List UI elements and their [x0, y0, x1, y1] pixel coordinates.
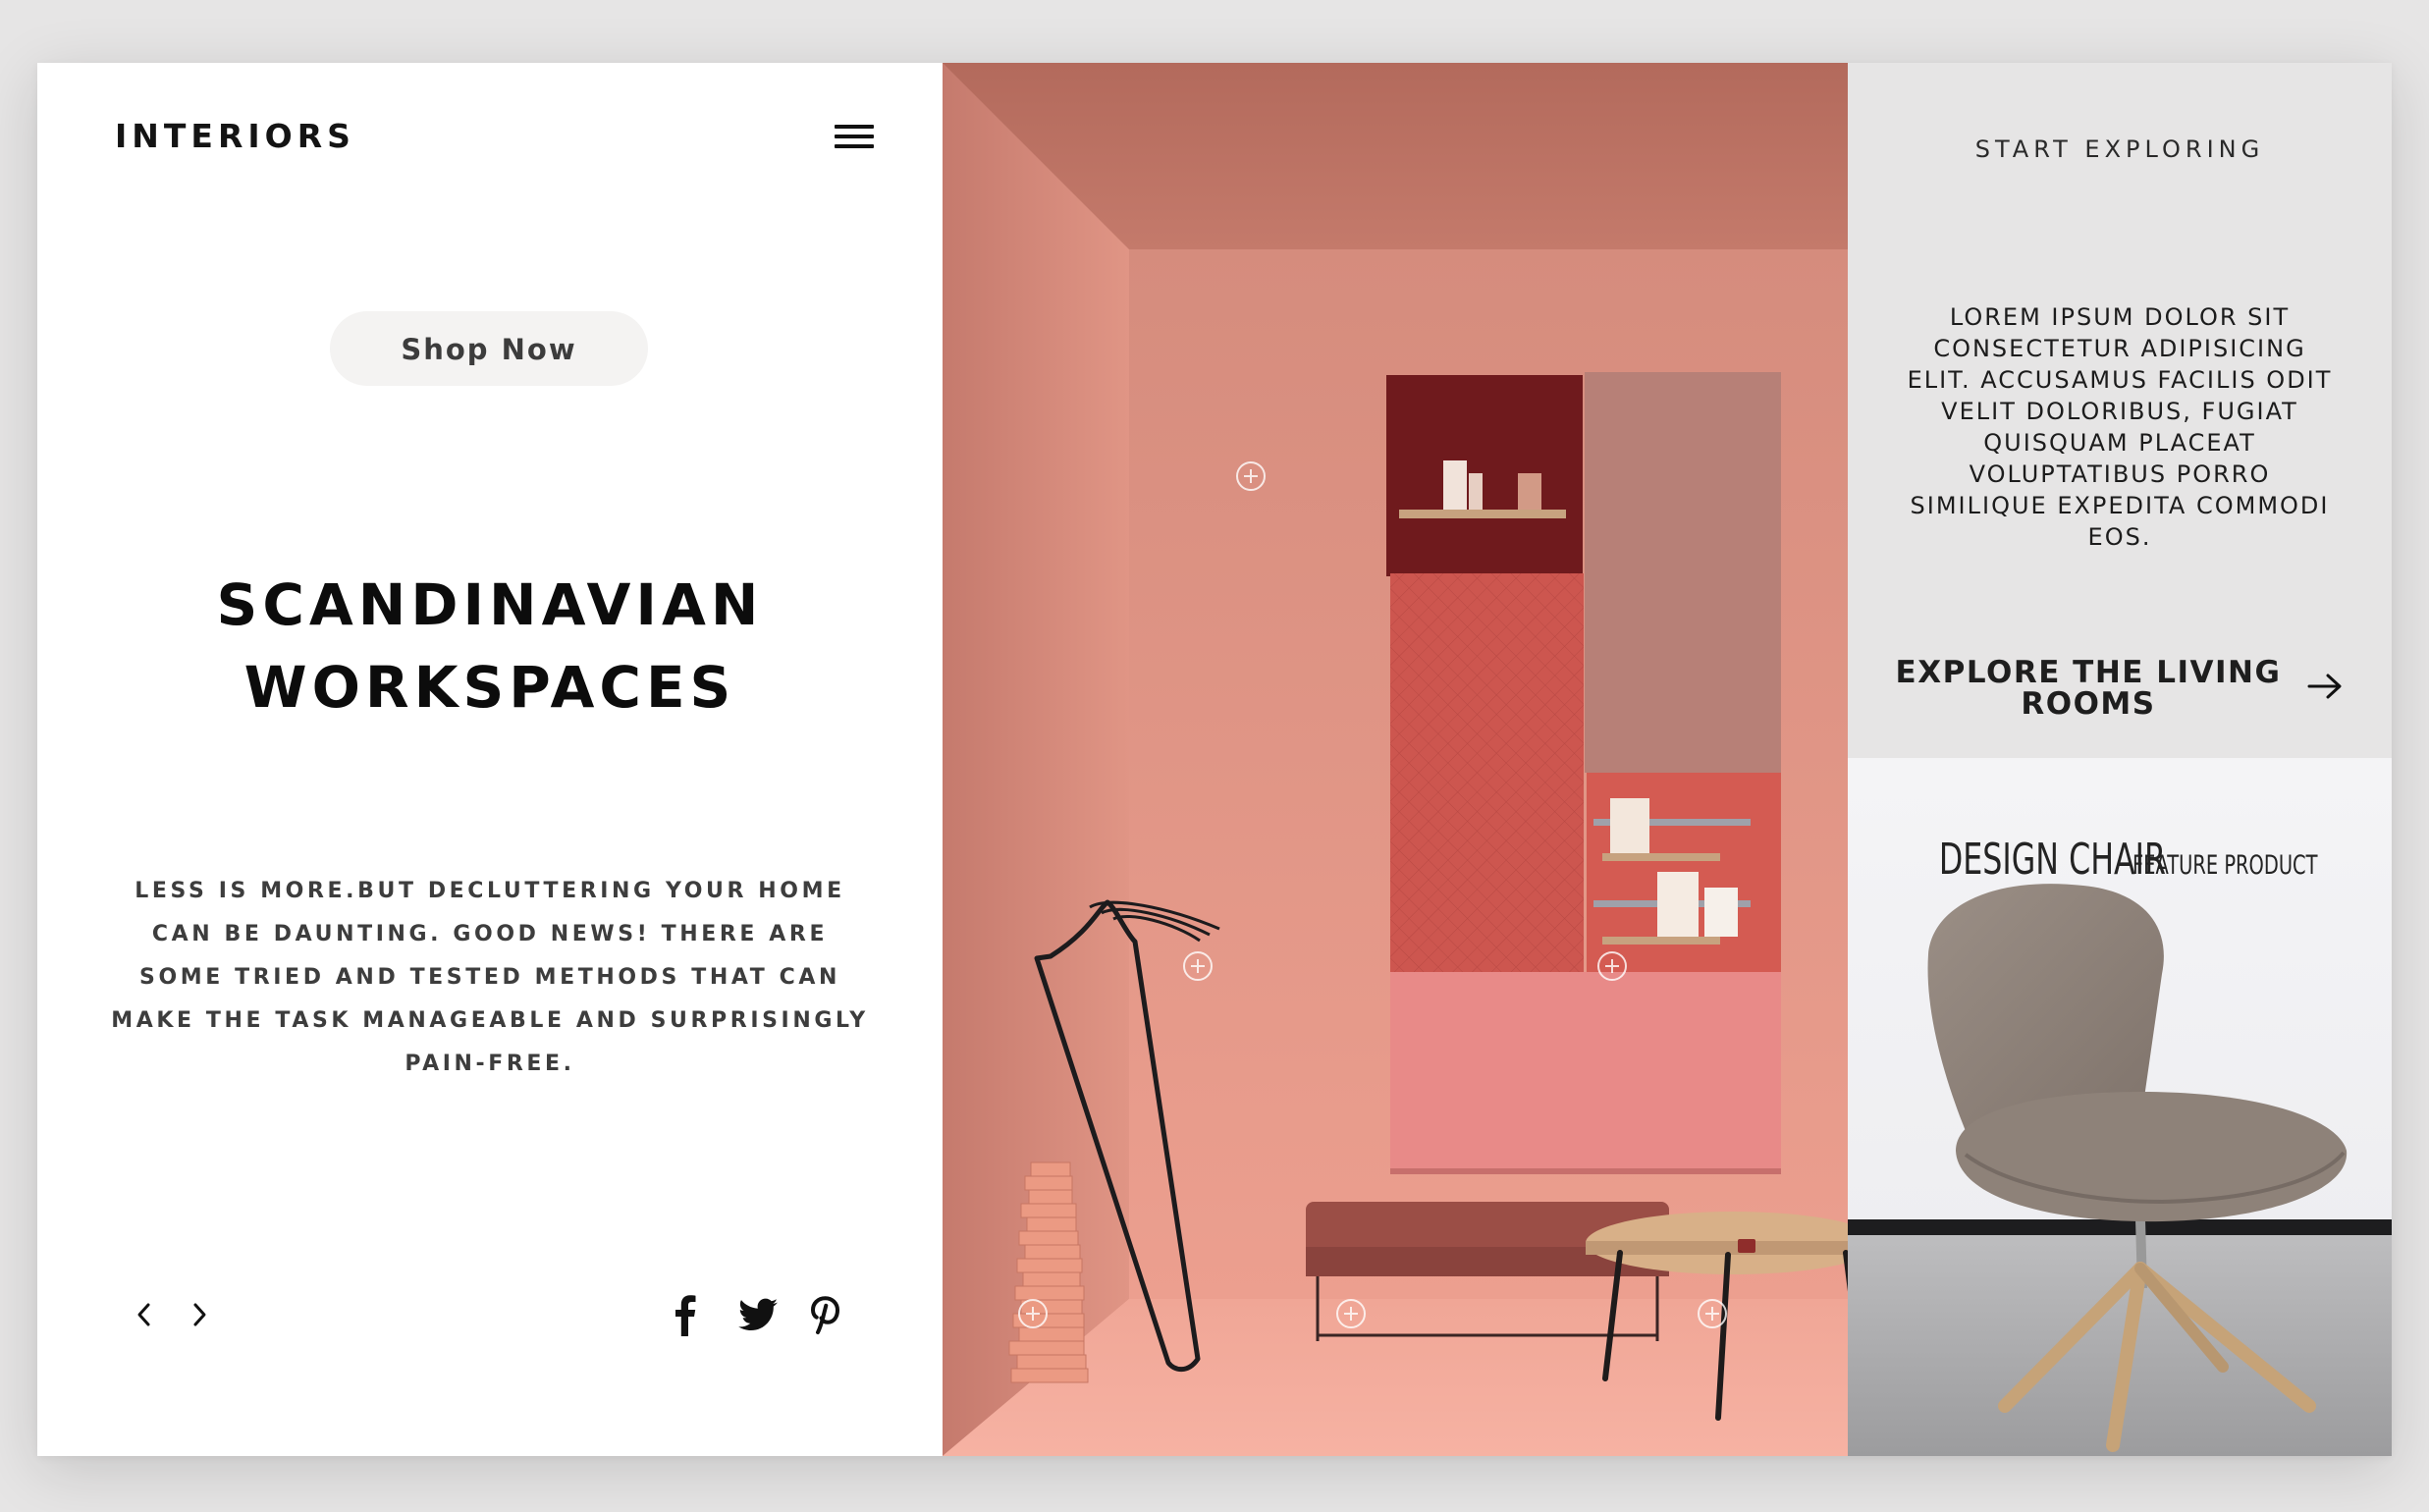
explore-body: LOREM IPSUM DOLOR SIT CONSECTETUR ADIPIS…	[1907, 303, 2333, 551]
menu-line	[835, 135, 874, 138]
plus-circle-icon[interactable]	[1182, 950, 1214, 982]
plus-circle-icon[interactable]	[1335, 1298, 1367, 1329]
explore-link-line-1: EXPLORE THE LIVING	[1895, 655, 2282, 690]
side-panel: START EXPLORING LOREM IPSUM DOLOR SIT CO…	[1848, 63, 2392, 1456]
page-title-line-2: WORKSPACES	[243, 654, 736, 721]
page-frame: INTERIORS Shop Now SCANDINAVIAN WORKSPAC…	[37, 63, 2392, 1456]
explore-heading: START EXPLORING	[1974, 135, 2265, 163]
page-title-line-1: SCANDINAVIAN	[216, 571, 764, 638]
menu-line	[835, 144, 874, 148]
plus-circle-icon[interactable]	[1235, 460, 1267, 492]
shop-now-button[interactable]: Shop Now	[330, 311, 648, 386]
logo[interactable]: INTERIORS	[115, 117, 355, 155]
facebook-icon[interactable]	[662, 1289, 709, 1338]
plus-circle-icon[interactable]	[1017, 1298, 1049, 1329]
explore-card: START EXPLORING LOREM IPSUM DOLOR SIT CO…	[1848, 63, 2392, 758]
explore-living-rooms-link[interactable]: EXPLORE THE LIVING ROOMS	[1883, 654, 2356, 723]
explore-link-label: EXPLORE THE LIVING ROOMS	[1896, 657, 2282, 720]
menu-line	[835, 125, 874, 129]
feature-product-title: DESIGN CHAIRFEATURE PRODUCT	[1848, 835, 2392, 885]
room-photo	[943, 63, 1848, 1456]
chevron-right-icon[interactable]	[183, 1295, 216, 1334]
plus-circle-icon[interactable]	[1697, 1298, 1728, 1329]
feature-product-card[interactable]: DESIGN CHAIRFEATURE PRODUCT	[1848, 758, 2392, 1456]
feature-title: DESIGN CHAIR	[1938, 835, 2166, 885]
chevron-left-icon[interactable]	[128, 1295, 161, 1334]
plus-circle-icon[interactable]	[1596, 950, 1628, 982]
hamburger-menu-icon[interactable]	[831, 117, 878, 156]
room-illustration	[943, 63, 1848, 1456]
explore-link-line-2: ROOMS	[2021, 686, 2156, 722]
page-title: SCANDINAVIAN WORKSPACES	[37, 564, 943, 729]
hero-panel: INTERIORS Shop Now SCANDINAVIAN WORKSPAC…	[37, 63, 943, 1456]
arrow-right-icon	[2307, 674, 2342, 699]
twitter-icon[interactable]	[734, 1289, 782, 1338]
pinterest-icon[interactable]	[801, 1289, 848, 1338]
feature-subtitle: FEATURE PRODUCT	[2132, 850, 2318, 881]
hero-description: LESS IS MORE.BUT DECLUTTERING YOUR HOME …	[111, 879, 869, 1076]
